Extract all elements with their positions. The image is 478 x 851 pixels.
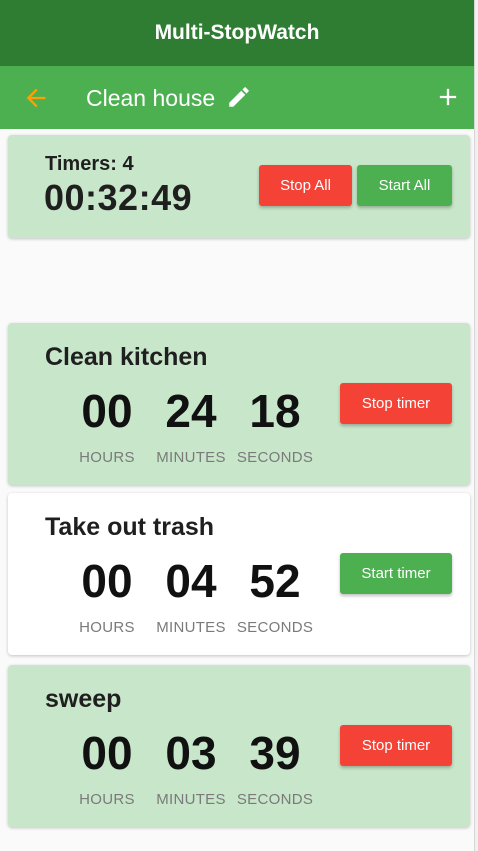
list-toolbar: Clean house	[0, 66, 474, 129]
edit-name-button[interactable]	[226, 84, 252, 110]
timer-card: Take out trash 00 04 52 HOURS MINUTES SE…	[8, 493, 470, 655]
minutes-label: MINUTES	[156, 449, 226, 466]
total-elapsed-time: 00:32:49	[44, 177, 193, 218]
pencil-icon	[229, 87, 249, 107]
seconds-value: 18	[249, 385, 301, 437]
hours-value: 00	[81, 385, 133, 437]
stop-timer-button[interactable]: Stop timer	[340, 725, 452, 766]
seconds-label: SECONDS	[236, 449, 314, 466]
summary-card: Timers: 4 00:32:49 Stop All Start All	[8, 135, 470, 238]
plus-icon	[439, 88, 457, 106]
hours-label: HOURS	[79, 449, 135, 466]
arrow-back-icon	[26, 88, 46, 108]
seconds-value: 52	[249, 555, 301, 607]
hours-value: 00	[81, 727, 133, 779]
start-timer-button[interactable]: Start timer	[340, 553, 452, 594]
timer-name: Clean kitchen	[45, 343, 208, 371]
timer-name: Take out trash	[45, 513, 215, 541]
minutes-value: 24	[165, 385, 217, 437]
back-button[interactable]	[22, 84, 50, 112]
minutes-label: MINUTES	[156, 791, 226, 808]
timer-name: sweep	[45, 685, 122, 713]
list-name: Clean house	[86, 85, 216, 111]
seconds-label: SECONDS	[236, 791, 314, 808]
app-title: Multi-StopWatch	[154, 21, 320, 44]
timer-count: Timers: 4	[45, 153, 134, 175]
start-all-button[interactable]: Start All	[357, 165, 452, 206]
seconds-label: SECONDS	[236, 619, 314, 636]
minutes-value: 03	[165, 727, 217, 779]
hours-value: 00	[81, 555, 133, 607]
app-title-bar: Multi-StopWatch	[0, 0, 474, 66]
hours-label: HOURS	[79, 791, 135, 808]
minutes-value: 04	[165, 555, 217, 607]
stop-timer-button[interactable]: Stop timer	[340, 383, 452, 424]
minutes-label: MINUTES	[156, 619, 226, 636]
timer-card: sweep 00 03 39 HOURS MINUTES SECONDS Sto…	[8, 665, 470, 827]
timer-card: Clean kitchen 00 24 18 HOURS MINUTES SEC…	[8, 323, 470, 485]
stop-all-button[interactable]: Stop All	[259, 165, 352, 206]
window-edge	[474, 0, 478, 851]
seconds-value: 39	[249, 727, 301, 779]
add-timer-button[interactable]	[434, 83, 462, 111]
hours-label: HOURS	[79, 619, 135, 636]
